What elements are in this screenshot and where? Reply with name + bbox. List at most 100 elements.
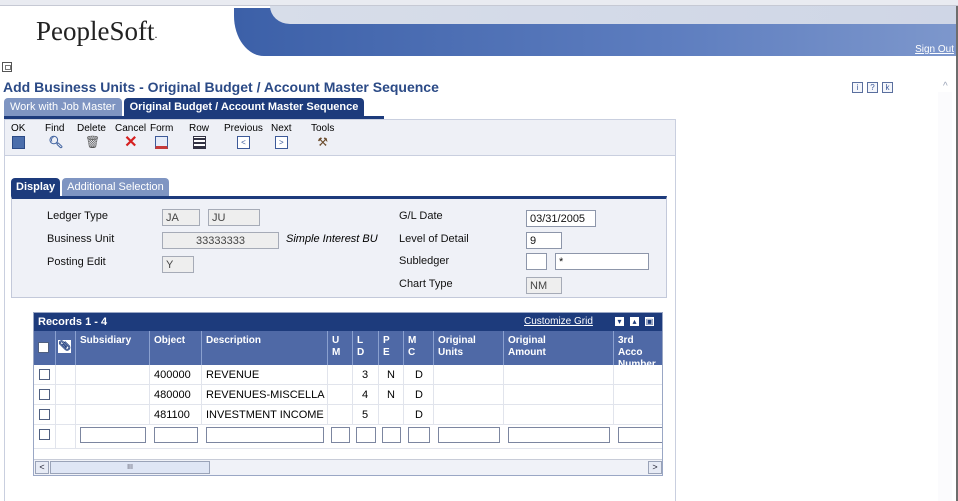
col-header-description[interactable]: Description (202, 331, 328, 365)
cell-pe[interactable]: N (379, 365, 404, 385)
new-object-input[interactable] (154, 427, 198, 443)
col-header-object[interactable]: Object (150, 331, 202, 365)
next-button[interactable]: Next > (271, 123, 292, 149)
cell-original-units[interactable] (434, 385, 504, 405)
row-checkbox[interactable] (39, 429, 50, 440)
cell-pe[interactable] (379, 405, 404, 425)
tools-menu-button[interactable]: Tools ⚒ (311, 123, 334, 149)
cell-third-account[interactable] (614, 385, 662, 405)
next-arrow-icon: > (274, 136, 288, 149)
find-button[interactable]: Find 🔍︎ (45, 123, 64, 149)
help-icon[interactable]: ? (867, 82, 878, 93)
cell-object[interactable]: 400000 (150, 365, 202, 385)
cell-third-account[interactable] (614, 365, 662, 385)
previous-button[interactable]: Previous < (224, 123, 263, 149)
cell-subsidiary[interactable] (76, 385, 150, 405)
col-header-subsidiary[interactable]: Subsidiary (76, 331, 150, 365)
tab-original-budget[interactable]: Original Budget / Account Master Sequenc… (123, 98, 365, 116)
col-header-pe[interactable]: PE (379, 331, 404, 365)
ok-button[interactable]: OK (11, 123, 25, 149)
scroll-thumb[interactable]: III (50, 461, 210, 474)
col-header-original-amount[interactable]: Original Amount (504, 331, 614, 365)
new-window-icon[interactable] (2, 62, 12, 72)
export-icon[interactable]: ▾ (614, 316, 625, 327)
scroll-right-arrow-icon[interactable]: > (648, 461, 662, 474)
cell-pe[interactable]: N (379, 385, 404, 405)
new-description-input[interactable] (206, 427, 324, 443)
cell-original-amount[interactable] (504, 385, 614, 405)
info-icon[interactable]: i (852, 82, 863, 93)
attachment-icon: 📎︎ (58, 340, 71, 353)
col-header-ld[interactable]: LD (353, 331, 379, 365)
row-checkbox[interactable] (39, 369, 50, 380)
cell-mc[interactable]: D (404, 365, 434, 385)
cell-um[interactable] (328, 405, 353, 425)
cell-mc[interactable]: D (404, 405, 434, 425)
cell-um[interactable] (328, 385, 353, 405)
customize-grid-link[interactable]: Customize Grid (524, 316, 593, 327)
level-of-detail-field[interactable]: 9 (526, 232, 562, 249)
gl-date-field[interactable]: 03/31/2005 (526, 210, 596, 227)
cell-description[interactable]: INVESTMENT INCOME (202, 405, 328, 425)
table-row[interactable]: 480000 REVENUES-MISCELLA 4 N D (34, 385, 662, 405)
maximize-icon[interactable]: ▣ (644, 316, 655, 327)
cell-original-amount[interactable] (504, 405, 614, 425)
new-ld-input[interactable] (356, 427, 376, 443)
business-unit-field[interactable]: 33333333 (162, 232, 279, 249)
vertical-scrollbar[interactable] (938, 92, 952, 501)
tab-additional-selection[interactable]: Additional Selection (62, 178, 169, 196)
new-um-input[interactable] (331, 427, 350, 443)
ledger-type-field-1[interactable]: JA (162, 209, 200, 226)
cell-um[interactable] (328, 365, 353, 385)
row-checkbox[interactable] (39, 409, 50, 420)
new-original-amount-input[interactable] (508, 427, 610, 443)
col-header-mc[interactable]: MC (404, 331, 434, 365)
tab-display[interactable]: Display (11, 178, 61, 196)
cell-object[interactable]: 480000 (150, 385, 202, 405)
delete-button[interactable]: Delete 🗑︎ (77, 123, 106, 149)
new-original-units-input[interactable] (438, 427, 500, 443)
cell-subsidiary[interactable] (76, 365, 150, 385)
subledger-label: Subledger (399, 255, 450, 267)
scroll-up-arrow-icon[interactable]: ^ (943, 81, 948, 92)
chart-type-field[interactable]: NM (526, 277, 562, 294)
cancel-button[interactable]: Cancel ✕ (115, 123, 146, 151)
ledger-type-field-2[interactable]: JU (208, 209, 260, 226)
help-icons: i ? k (852, 82, 893, 93)
row-checkbox[interactable] (39, 389, 50, 400)
horizontal-scrollbar[interactable]: < III > (34, 459, 662, 475)
cell-third-account[interactable] (614, 405, 662, 425)
new-mc-input[interactable] (408, 427, 430, 443)
new-pe-input[interactable] (382, 427, 401, 443)
form-menu-button[interactable]: Form (150, 123, 173, 149)
col-header-um[interactable]: UM (328, 331, 353, 365)
cell-ld[interactable]: 4 (353, 385, 379, 405)
cell-mc[interactable]: D (404, 385, 434, 405)
subledger-type-field[interactable] (526, 253, 547, 270)
cell-original-amount[interactable] (504, 365, 614, 385)
col-header-original-units[interactable]: Original Units (434, 331, 504, 365)
select-all-checkbox[interactable] (38, 342, 49, 353)
cell-subsidiary[interactable] (76, 405, 150, 425)
col-header-third-account[interactable]: 3rd Acco Number (614, 331, 662, 370)
table-row-new[interactable] (34, 425, 662, 449)
tab-work-with-job-master[interactable]: Work with Job Master (4, 98, 122, 116)
cell-description[interactable]: REVENUES-MISCELLA (202, 385, 328, 405)
import-icon[interactable]: ▴ (629, 316, 640, 327)
new-subsidiary-input[interactable] (80, 427, 146, 443)
sign-out-link[interactable]: Sign Out (915, 44, 954, 55)
subledger-field[interactable]: * (555, 253, 649, 270)
table-row[interactable]: 400000 REVENUE 3 N D (34, 365, 662, 385)
cell-original-units[interactable] (434, 405, 504, 425)
cell-ld[interactable]: 5 (353, 405, 379, 425)
cell-object[interactable]: 481100 (150, 405, 202, 425)
cell-ld[interactable]: 3 (353, 365, 379, 385)
posting-edit-field[interactable]: Y (162, 256, 194, 273)
table-row[interactable]: 481100 INVESTMENT INCOME 5 D (34, 405, 662, 425)
scroll-left-arrow-icon[interactable]: < (35, 461, 49, 474)
row-menu-button[interactable]: Row (189, 123, 209, 149)
whats-this-icon[interactable]: k (882, 82, 893, 93)
cell-original-units[interactable] (434, 365, 504, 385)
new-third-account-input[interactable] (618, 427, 662, 443)
cell-description[interactable]: REVENUE (202, 365, 328, 385)
